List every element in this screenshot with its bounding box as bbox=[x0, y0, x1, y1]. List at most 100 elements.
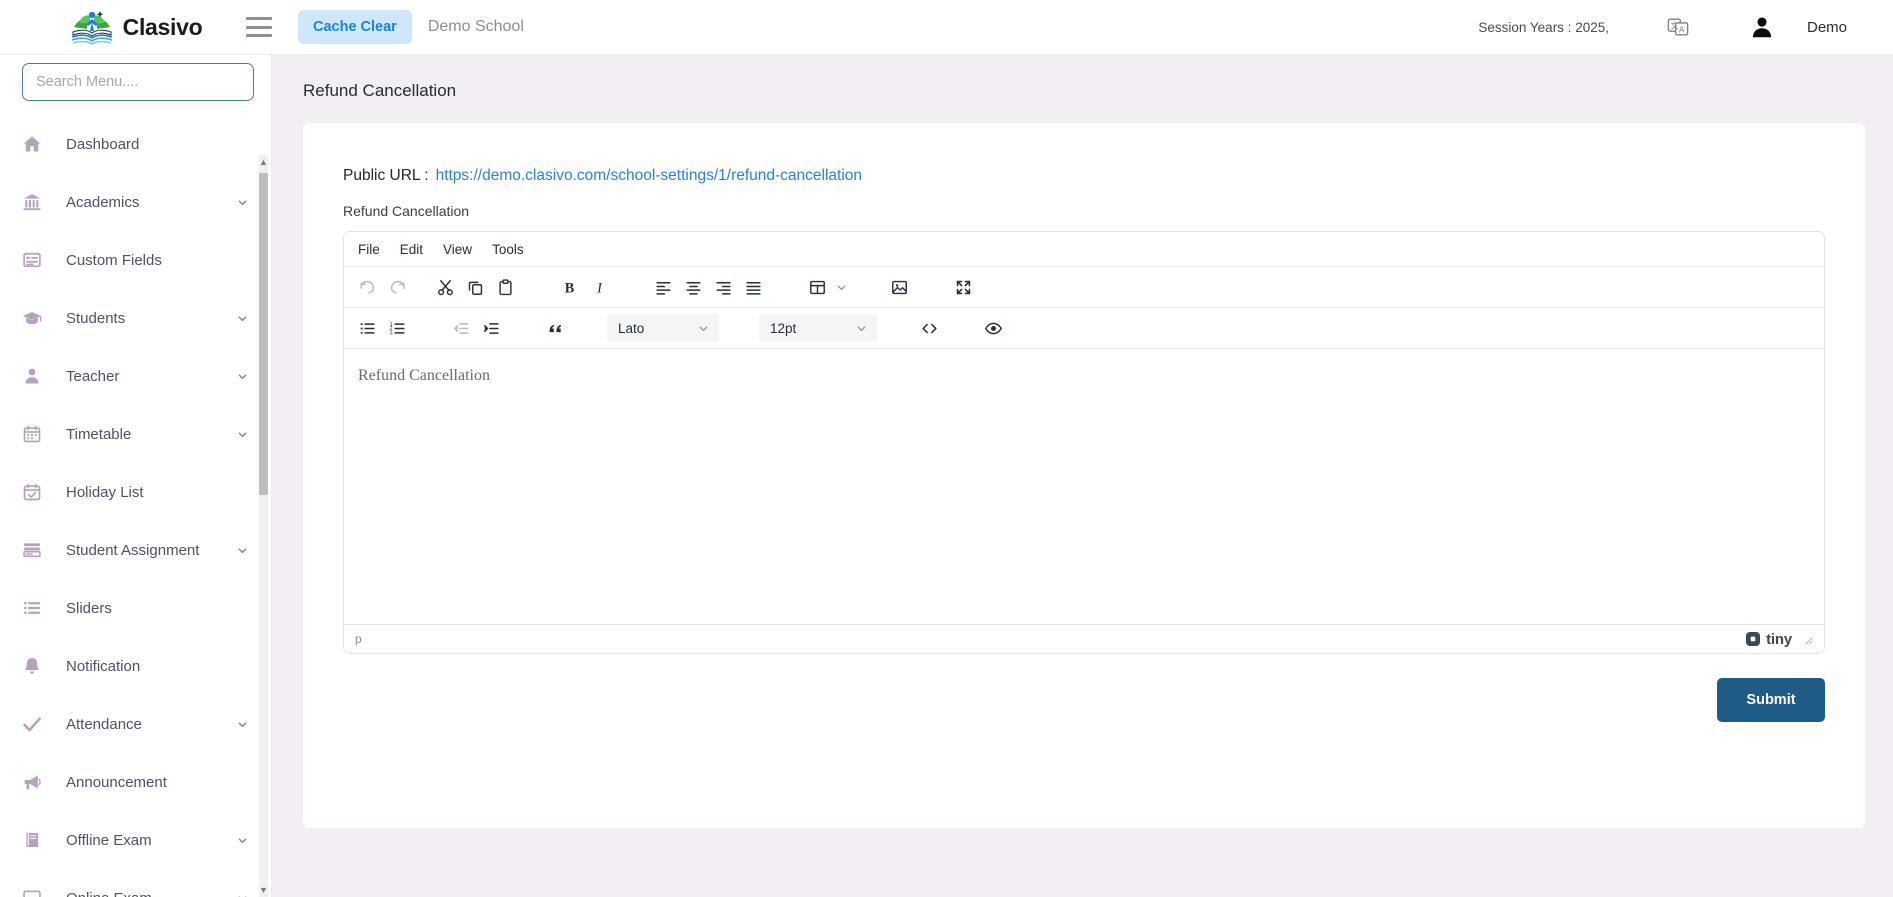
top-bar: Clasivo Cache Clear Demo School Session … bbox=[0, 0, 1893, 55]
slider-list-icon bbox=[24, 602, 40, 614]
chevron-down-icon bbox=[238, 431, 247, 437]
monitor-icon bbox=[22, 887, 48, 897]
undo-icon bbox=[359, 280, 374, 293]
blockquote-button[interactable] bbox=[541, 314, 569, 342]
search-input[interactable] bbox=[22, 63, 254, 101]
scroll-down-arrow-icon[interactable]: ▼ bbox=[259, 885, 268, 895]
editor-menu-edit[interactable]: Edit bbox=[391, 237, 432, 262]
align-left-button[interactable] bbox=[649, 273, 677, 301]
sidebar-item-label: Online Exam bbox=[66, 890, 152, 897]
insert-image-button[interactable] bbox=[885, 273, 913, 301]
sidebar-item-chevron-down-icon[interactable] bbox=[236, 834, 249, 847]
editor-menu-file[interactable]: File bbox=[349, 237, 389, 262]
sidebar-scrollbar-track[interactable]: ▲ ▼ bbox=[259, 155, 268, 897]
brand-logo[interactable]: Clasivo bbox=[0, 0, 272, 55]
scroll-up-arrow-icon[interactable]: ▲ bbox=[259, 157, 268, 167]
sidebar-item-dashboard[interactable]: Dashboard bbox=[0, 115, 271, 173]
sidebar-item-offline-exam[interactable]: Offline Exam bbox=[0, 811, 271, 869]
sidebar-item-notification[interactable]: Notification bbox=[0, 637, 271, 695]
font-size-chevron-down-icon bbox=[855, 322, 868, 335]
sidebar-item-chevron-down-icon[interactable] bbox=[236, 196, 249, 209]
sidebar-item-holiday-list[interactable]: Holiday List bbox=[0, 463, 271, 521]
list-box-icon bbox=[22, 249, 48, 271]
calendar-check-icon bbox=[23, 483, 41, 501]
sidebar-item-attendance[interactable]: Attendance bbox=[0, 695, 271, 753]
redo-button[interactable] bbox=[383, 273, 411, 301]
italic-button[interactable]: I bbox=[585, 273, 613, 301]
sidebar-item-announcement[interactable]: Announcement bbox=[0, 753, 271, 811]
sidebar-item-chevron-down-icon[interactable] bbox=[236, 312, 249, 325]
sidebar-item-students[interactable]: Students bbox=[0, 289, 271, 347]
bullet-list-button[interactable] bbox=[353, 314, 381, 342]
search-wrapper bbox=[0, 63, 271, 111]
table-control bbox=[802, 273, 850, 301]
resize-handle-icon[interactable] bbox=[1801, 633, 1814, 646]
sidebar-scrollbar-thumb[interactable] bbox=[259, 173, 268, 495]
sidebar-item-chevron-down-icon[interactable] bbox=[236, 370, 249, 383]
editor-toolbar-row-2: 1 2 3 Lato 12pt bbox=[344, 308, 1824, 349]
status-bar-right: tiny bbox=[1745, 631, 1814, 648]
chevron-down-icon bbox=[238, 895, 247, 897]
sidebar-item-chevron-down-icon[interactable] bbox=[236, 718, 249, 731]
chevron-down-icon bbox=[238, 837, 247, 843]
user-name[interactable]: Demo bbox=[1807, 19, 1847, 36]
table-dropdown-chevron-icon[interactable] bbox=[832, 273, 850, 301]
align-justify-button[interactable] bbox=[739, 273, 767, 301]
check-icon bbox=[23, 717, 41, 732]
sidebar-item-teacher[interactable]: Teacher bbox=[0, 347, 271, 405]
sidebar-item-custom-fields[interactable]: Custom Fields bbox=[0, 231, 271, 289]
font-size-select[interactable]: 12pt bbox=[759, 314, 877, 342]
submit-button[interactable]: Submit bbox=[1717, 678, 1825, 722]
translate-icon[interactable]: 文 A bbox=[1667, 16, 1689, 38]
editor-content-area[interactable]: Refund Cancellation bbox=[344, 349, 1824, 624]
sidebar-item-sliders[interactable]: Sliders bbox=[0, 579, 271, 637]
editor-toolbar-row-1: B I bbox=[344, 267, 1824, 308]
copy-button[interactable] bbox=[461, 273, 489, 301]
sidebar-item-timetable[interactable]: Timetable bbox=[0, 405, 271, 463]
assignment-icon bbox=[23, 543, 41, 558]
public-url-link[interactable]: https://demo.clasivo.com/school-settings… bbox=[436, 167, 862, 185]
cache-clear-button[interactable]: Cache Clear bbox=[298, 10, 412, 44]
tinymce-brand-link[interactable]: tiny bbox=[1745, 631, 1792, 648]
book-icon bbox=[22, 829, 48, 851]
redo-icon bbox=[390, 280, 405, 293]
sidebar-item-online-exam[interactable]: Online Exam bbox=[0, 869, 271, 897]
editor-menu-view[interactable]: View bbox=[434, 237, 481, 262]
sidebar-item-student-assignment[interactable]: Student Assignment bbox=[0, 521, 271, 579]
bold-button[interactable]: B bbox=[555, 273, 583, 301]
sidebar-item-chevron-down-icon[interactable] bbox=[236, 428, 249, 441]
preview-button[interactable] bbox=[979, 314, 1007, 342]
element-path[interactable]: p bbox=[355, 632, 362, 646]
align-justify-icon bbox=[745, 281, 761, 295]
slider-list-icon bbox=[22, 597, 48, 619]
svg-text:3: 3 bbox=[389, 330, 392, 336]
table-button[interactable] bbox=[803, 273, 831, 301]
editor-menu-tools[interactable]: Tools bbox=[483, 237, 533, 262]
font-family-select[interactable]: Lato bbox=[607, 314, 719, 342]
user-avatar-icon[interactable] bbox=[1749, 14, 1775, 40]
cut-button[interactable] bbox=[431, 273, 459, 301]
outdent-button[interactable] bbox=[447, 314, 475, 342]
hamburger-menu-icon[interactable] bbox=[246, 17, 272, 37]
bank-icon bbox=[23, 194, 41, 211]
sidebar-item-chevron-down-icon[interactable] bbox=[236, 544, 249, 557]
outdent-icon bbox=[453, 322, 469, 334]
sidebar-item-label: Attendance bbox=[66, 715, 142, 733]
align-center-button[interactable] bbox=[679, 273, 707, 301]
book-icon bbox=[26, 832, 39, 848]
align-right-button[interactable] bbox=[709, 273, 737, 301]
indent-button[interactable] bbox=[477, 314, 505, 342]
page-title: Refund Cancellation bbox=[303, 81, 457, 100]
numbered-list-button[interactable]: 1 2 3 bbox=[383, 314, 411, 342]
body-row: Dashboard Academics Custom Fields Students T… bbox=[0, 55, 1893, 897]
font-family-value: Lato bbox=[618, 320, 645, 336]
paste-button[interactable] bbox=[491, 273, 519, 301]
fullscreen-button[interactable] bbox=[949, 273, 977, 301]
sidebar-item-academics[interactable]: Academics bbox=[0, 173, 271, 231]
undo-button[interactable] bbox=[353, 273, 381, 301]
source-code-button[interactable] bbox=[915, 314, 943, 342]
svg-text:A: A bbox=[1679, 26, 1685, 35]
sidebar-item-chevron-down-icon[interactable] bbox=[236, 892, 249, 897]
graduation-cap-icon bbox=[22, 312, 42, 325]
preview-eye-icon bbox=[984, 322, 1002, 334]
